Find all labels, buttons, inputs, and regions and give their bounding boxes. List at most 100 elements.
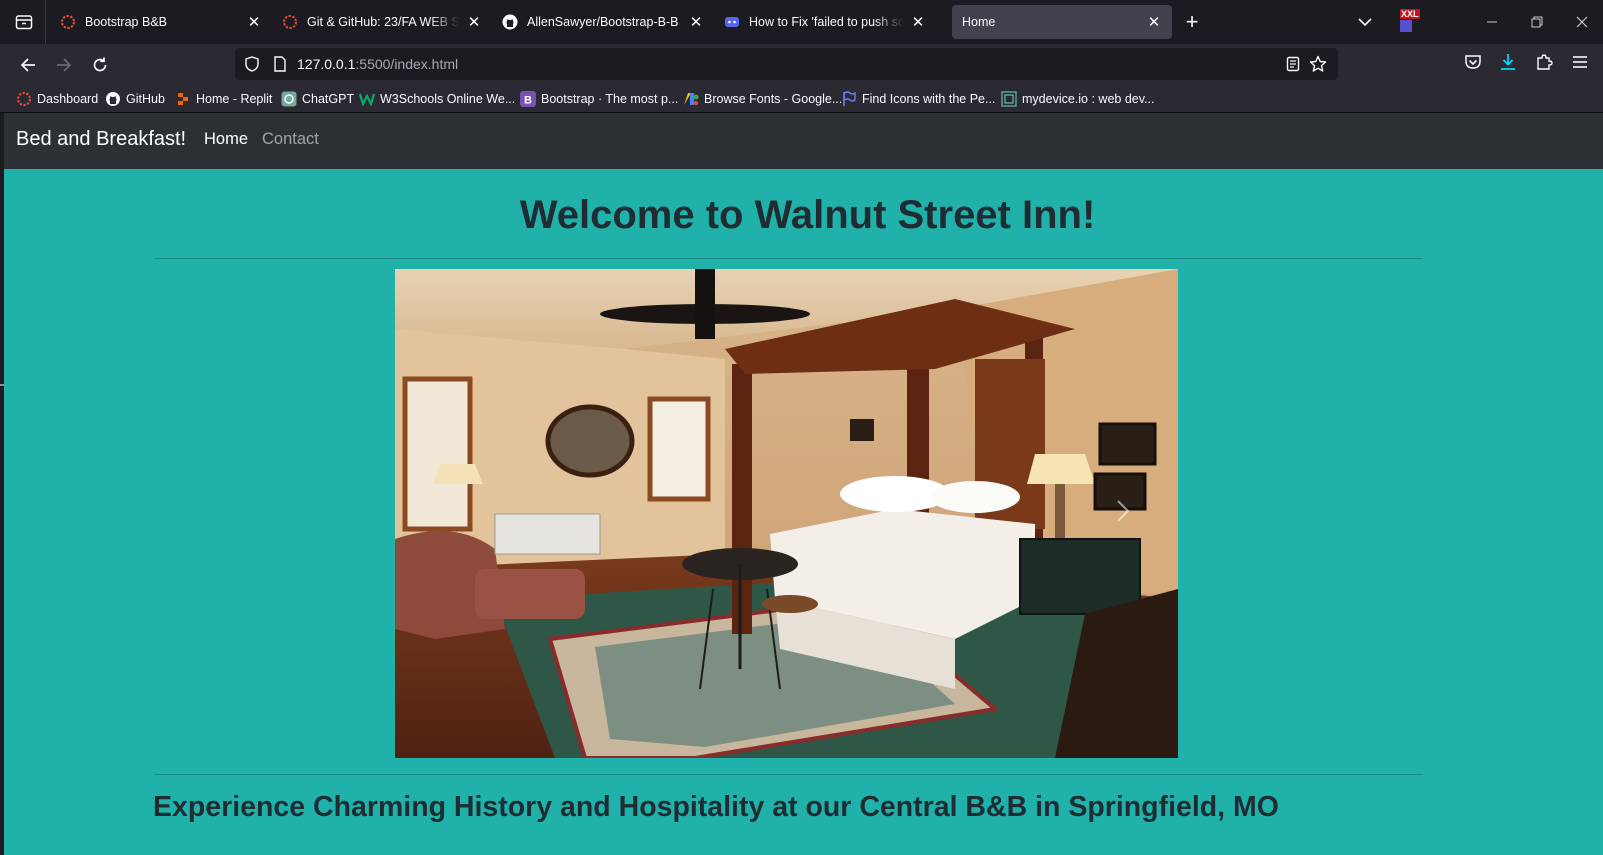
back-button[interactable] <box>15 52 41 78</box>
minimize-icon <box>1487 21 1497 23</box>
url-text[interactable]: 127.0.0.1:5500/index.html <box>297 56 458 72</box>
forward-button[interactable] <box>51 52 77 78</box>
chevron-down-icon <box>1358 18 1372 27</box>
extension-badge-label: XXL <box>1400 9 1420 19</box>
bookmark-label: Browse Fonts - Google... <box>704 92 843 106</box>
bookmark-label: Bootstrap · The most p... <box>541 92 679 106</box>
replit-dotted-circle-icon <box>282 14 298 30</box>
hamburger-menu-icon <box>1573 56 1587 68</box>
bookmark-w3schools[interactable]: W3Schools Online We... <box>359 90 515 108</box>
chatgpt-icon <box>281 91 297 107</box>
bookmark-label: W3Schools Online We... <box>380 92 516 106</box>
firefox-view-button[interactable] <box>11 10 37 34</box>
tab-github-repo[interactable]: AllenSawyer/Bootstrap-B-B ✕ <box>492 5 714 39</box>
extension-icon <box>1400 20 1412 32</box>
page-title: Welcome to Walnut Street Inn! <box>519 193 1096 237</box>
google-fonts-icon <box>683 91 699 107</box>
app-menu-button[interactable] <box>1570 52 1590 72</box>
arrow-right-icon <box>57 58 72 72</box>
close-tab-icon[interactable]: ✕ <box>688 14 704 31</box>
navbar-brand[interactable]: Bed and Breakfast! <box>16 128 186 151</box>
bookmark-label: Home - Replit <box>196 92 273 106</box>
tab-strip: Bootstrap B&B ✕ Git & GitHub: 23/FA WEB … <box>0 0 1603 44</box>
bookmark-star-icon[interactable] <box>1309 55 1327 73</box>
page-viewport: Bed and Breakfast! Home Contact Welcome … <box>4 113 1603 855</box>
replit-dotted-circle-icon <box>16 91 32 107</box>
bookmark-google-fonts[interactable]: Browse Fonts - Google... <box>683 90 842 108</box>
bookmark-label: GitHub <box>126 92 165 106</box>
extensions-button[interactable] <box>1534 52 1554 72</box>
downloads-button[interactable] <box>1498 52 1518 72</box>
bookmark-dashboard[interactable]: Dashboard <box>16 90 98 108</box>
reload-button[interactable] <box>87 52 113 78</box>
tab-home-active[interactable]: Home ✕ <box>952 5 1172 39</box>
reader-view-icon[interactable] <box>1285 56 1301 72</box>
pocket-button[interactable] <box>1463 52 1483 72</box>
bookmark-github[interactable]: GitHub <box>105 90 165 108</box>
close-tab-icon[interactable]: ✕ <box>1146 14 1162 31</box>
bookmark-bootstrap[interactable]: B Bootstrap · The most p... <box>520 90 678 108</box>
divider <box>155 774 1423 775</box>
close-window-button[interactable] <box>1572 12 1592 32</box>
carousel-next-button[interactable] <box>1103 489 1143 533</box>
new-tab-button[interactable]: + <box>1180 9 1204 34</box>
address-bar[interactable]: 127.0.0.1:5500/index.html <box>235 48 1338 80</box>
nav-link-contact[interactable]: Contact <box>262 130 319 149</box>
page-subheading: Experience Charming History and Hospital… <box>153 791 1279 823</box>
discord-icon <box>724 14 740 30</box>
close-tab-icon[interactable]: ✕ <box>246 14 262 31</box>
site-navbar: Bed and Breakfast! Home Contact <box>4 113 1603 169</box>
bookmarks-toolbar: Dashboard GitHub Home - Replit ChatGPT W… <box>0 85 1603 113</box>
close-tab-icon[interactable]: ✕ <box>466 14 482 31</box>
download-icon <box>1501 54 1515 70</box>
tab-git-github[interactable]: Git & GitHub: 23/FA WEB SITE DEV ✕ <box>272 5 492 39</box>
replit-dotted-circle-icon <box>60 14 76 30</box>
bookmark-chatgpt[interactable]: ChatGPT <box>281 90 354 108</box>
bookmark-label: mydevice.io : web dev... <box>1022 92 1155 106</box>
url-host: 127.0.0.1 <box>297 56 356 72</box>
tab-title: AllenSawyer/Bootstrap-B-B <box>527 15 679 29</box>
tab-how-to-fix[interactable]: How to Fix 'failed to push some refs to'… <box>714 5 936 39</box>
pocket-icon <box>1465 55 1481 69</box>
bookmark-find-icons[interactable]: Find Icons with the Pe... <box>841 90 995 108</box>
nav-link-home[interactable]: Home <box>204 130 248 149</box>
mydevice-icon <box>1001 91 1017 107</box>
bedroom-photo <box>395 269 1178 758</box>
extension-badge[interactable]: XXL <box>1398 9 1420 33</box>
close-icon <box>1576 16 1588 28</box>
reload-icon <box>93 57 107 72</box>
bookmark-label: Find Icons with the Pe... <box>862 92 996 106</box>
svg-text:B: B <box>524 95 532 107</box>
bookmark-home-replit[interactable]: Home - Replit <box>175 90 272 108</box>
tab-title: Git & GitHub: 23/FA WEB SITE DEV <box>307 15 460 29</box>
room-image-carousel[interactable] <box>395 269 1178 758</box>
browser-navbar: 127.0.0.1:5500/index.html <box>0 44 1603 85</box>
tab-title: Bootstrap B&B <box>85 15 167 29</box>
bookmark-label: Dashboard <box>37 92 99 106</box>
bookmark-label: ChatGPT <box>302 92 355 106</box>
flag-icon <box>841 91 857 107</box>
firefox-view-icon <box>15 15 33 30</box>
arrow-left-icon <box>20 58 35 72</box>
github-icon <box>502 14 518 30</box>
restore-button[interactable] <box>1527 12 1547 32</box>
tab-title: How to Fix 'failed to push some refs to' <box>749 15 904 29</box>
plus-icon: + <box>1185 9 1199 34</box>
minimize-button[interactable] <box>1482 12 1502 32</box>
close-tab-icon[interactable]: ✕ <box>910 14 926 31</box>
tab-separator <box>45 0 46 44</box>
replit-icon <box>175 91 191 107</box>
puzzle-icon <box>1537 54 1553 70</box>
divider <box>155 258 1423 259</box>
url-path: :5500/index.html <box>355 56 459 72</box>
github-icon <box>105 91 121 107</box>
bootstrap-icon: B <box>520 91 536 107</box>
bookmark-mydevice[interactable]: mydevice.io : web dev... <box>1001 90 1154 108</box>
w3schools-icon <box>359 91 375 107</box>
list-all-tabs-button[interactable] <box>1355 12 1375 32</box>
chevron-right-icon <box>1117 500 1130 522</box>
shield-icon[interactable] <box>244 56 260 72</box>
page-icon[interactable] <box>273 56 287 72</box>
tab-bootstrap-bb[interactable]: Bootstrap B&B ✕ <box>50 5 272 39</box>
restore-icon <box>1531 16 1543 28</box>
